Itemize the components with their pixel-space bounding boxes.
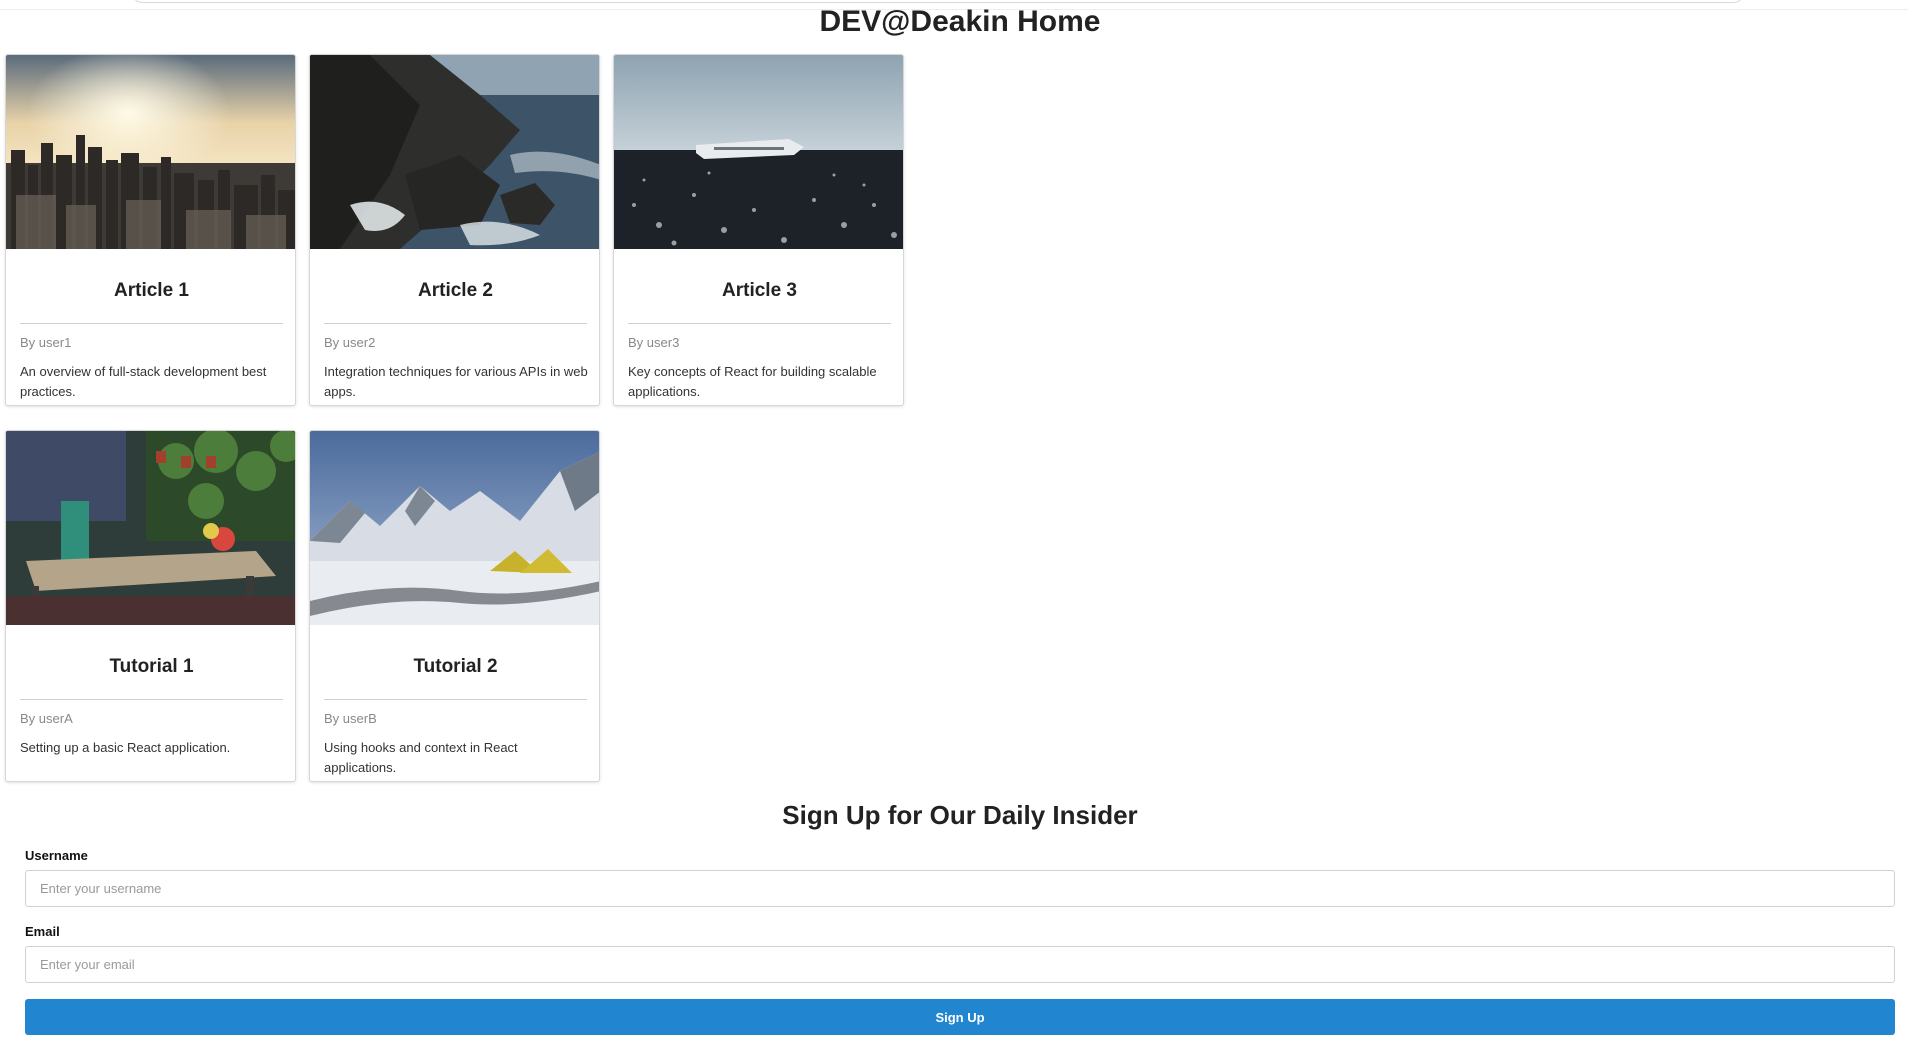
card-divider	[324, 323, 587, 324]
card-divider	[628, 323, 891, 324]
tutorial-title: Tutorial 1	[109, 656, 194, 677]
username-input[interactable]	[25, 870, 1895, 907]
article-image-coast	[310, 55, 599, 249]
page-title: DEV@Deakin Home	[819, 5, 1101, 38]
card-divider	[324, 699, 587, 700]
tutorial-title: Tutorial 2	[413, 656, 498, 677]
article-description: Key concepts of React for building scala…	[628, 364, 877, 399]
tutorial-description: Setting up a basic React application.	[20, 740, 231, 755]
tutorial-image-mountains	[310, 431, 599, 625]
article-title: Article 2	[418, 280, 493, 301]
article-image-plane-wreck	[614, 55, 903, 249]
sign-up-button[interactable]: Sign Up	[25, 999, 1895, 1035]
article-description: Integration techniques for various APIs …	[324, 364, 588, 399]
article-card[interactable]: Article 2 By user2 Integration technique…	[309, 54, 600, 406]
article-title: Article 1	[114, 280, 189, 301]
tutorial-author: By userB	[324, 711, 377, 726]
signup-title: Sign Up for Our Daily Insider	[782, 800, 1138, 830]
article-author: By user2	[324, 335, 376, 350]
article-author: By user3	[628, 335, 680, 350]
top-navbar-edge	[130, 0, 1746, 3]
tutorial-image-cafe	[6, 431, 295, 625]
article-card[interactable]: Article 1 By user1 An overview of full-s…	[5, 54, 296, 406]
article-author: By user1	[20, 335, 72, 350]
tutorial-description: Using hooks and context in React applica…	[324, 740, 518, 775]
article-card[interactable]: Article 3 By user3 Key concepts of React…	[613, 54, 904, 406]
card-divider	[20, 323, 283, 324]
email-input[interactable]	[25, 946, 1895, 983]
article-image-city	[6, 55, 295, 249]
card-divider	[20, 699, 283, 700]
tutorial-card[interactable]: Tutorial 2 By userB Using hooks and cont…	[309, 430, 600, 782]
tutorial-author: By userA	[20, 711, 73, 726]
article-title: Article 3	[722, 280, 797, 301]
tutorial-card[interactable]: Tutorial 1 By userA Setting up a basic R…	[5, 430, 296, 782]
article-description: An overview of full-stack development be…	[20, 364, 267, 399]
username-label: Username	[25, 848, 88, 863]
email-label: Email	[25, 924, 60, 939]
